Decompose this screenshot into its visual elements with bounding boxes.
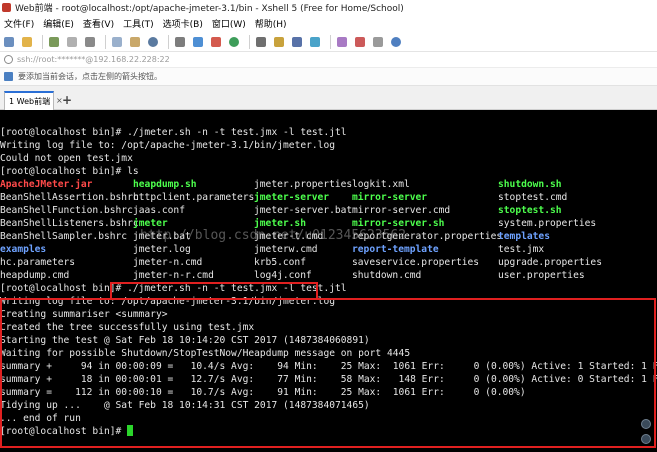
terminal[interactable]: [root@localhost bin]# ./jmeter.sh -n -t … [0,110,657,452]
ls-entry: upgrade.properties [498,257,602,268]
menu-help[interactable]: 帮助(H) [255,17,287,30]
scroll-up-button[interactable] [641,419,651,429]
terminal-line: [root@localhost bin]# ls [0,166,139,177]
address-bar[interactable]: ssh://root:*******@192.168.22.228:22 [0,52,657,68]
ls-entry: jmeter-server.bat [254,205,353,216]
ls-entry: jmeter-n.cmd [133,257,203,268]
ls-row: examples jmeter.log jmeterw.cmd report-temp… [0,243,657,256]
tab-bar: 1 Web前端 × + [0,86,657,110]
transfer-icon[interactable] [308,35,322,49]
ls-entry: hc.parameters [0,257,76,268]
script-icon[interactable] [335,35,349,49]
ls-entry: BeanShellSampler.bshrc [0,231,128,242]
ls-entry: jmeter-server [254,192,330,203]
disconnect-icon[interactable] [65,35,79,49]
menu-tools[interactable]: 工具(T) [123,17,154,30]
ls-entry: heapdump.cmd [0,270,70,281]
globe-icon[interactable] [227,35,241,49]
menu-window[interactable]: 窗口(W) [212,17,246,30]
ls-entry: templates [498,231,550,242]
ls-entry: user.properties [498,270,585,281]
lock-icon[interactable] [272,35,286,49]
ls-entry: shutdown.cmd [352,270,422,281]
ls-entry: jmeter-n-r.cmd [133,270,214,281]
open-icon[interactable] [20,35,34,49]
menu-tabs[interactable]: 选项卡(B) [163,17,203,30]
terminal-line: Could not open test.jmx [0,153,133,164]
toolbar-divider [105,34,106,49]
ls-entry: stoptest.sh [498,205,562,216]
ls-entry: logkit.xml [352,179,410,190]
find-icon[interactable] [146,35,160,49]
ls-entry: jmeterw.cmd [254,244,318,255]
ls-entry: log4j.conf [254,270,312,281]
window-title: Web前端 - root@localhost:/opt/apache-jmete… [15,4,404,14]
sftp-icon[interactable] [191,35,205,49]
output-highlight-box [0,298,656,448]
ls-entry: BeanShellFunction.bshrc [0,205,133,216]
toolbar-divider [249,34,250,49]
ls-row: ApacheJMeter.jar heapdump.sh jmeter.proper… [0,178,657,191]
toolbar-divider [42,34,43,49]
terminal-line: [root@localhost bin]# ./jmeter.sh -n -t … [0,127,347,138]
hint-text: 要添加当前会话，点击左侧的箭头按钮。 [18,72,162,81]
reconnect-icon[interactable] [47,35,61,49]
hint-bar: 要添加当前会话，点击左侧的箭头按钮。 [0,68,657,86]
toolbar [0,32,657,52]
ls-entry: report-template [352,244,439,255]
ls-row: heapdump.cmd jmeter-n-r.cmd log4j.conf shut… [0,269,657,282]
toolbar-divider [330,34,331,49]
tab-web-frontend[interactable]: 1 Web前端 [4,91,54,110]
xshell-app-icon [2,3,11,12]
ls-entry: examples [0,244,47,255]
ls-row: BeanShellFunction.bshrc jaas.conf jmeter-s… [0,204,657,217]
keyboard-icon[interactable] [254,35,268,49]
ls-entry: krb5.conf [254,257,306,268]
copy-icon[interactable] [110,35,124,49]
ls-entry: heapdump.sh [133,179,197,190]
scroll-down-button[interactable] [641,434,651,444]
add-tab-button[interactable]: + [62,94,72,106]
ls-entry: jmeter.log [133,244,191,255]
menu-bar: 文件(F) 编辑(E) 查看(V) 工具(T) 选项卡(B) 窗口(W) 帮助(… [0,15,657,32]
tab-label: 1 Web前端 [9,97,51,106]
terminal-line: [root@localhost bin]# ./jmeter.sh -n -t … [0,283,347,294]
new-session-icon[interactable] [2,35,16,49]
layout-icon[interactable] [371,35,385,49]
ls-entry: ApacheJMeter.jar [0,179,93,190]
toolbar-divider [168,34,169,49]
info-icon [4,72,13,81]
paste-icon[interactable] [128,35,142,49]
font-icon[interactable] [353,35,367,49]
ls-entry: saveservice.properties [352,257,480,268]
ls-entry: jmeter.properties [254,179,353,190]
ls-entry: system.properties [498,218,597,229]
ls-row: BeanShellAssertion.bshrc httpclient.param… [0,191,657,204]
help-icon[interactable] [389,35,403,49]
session-icon [4,55,13,64]
ls-entry: stoptest.cmd [498,192,568,203]
ls-entry: BeanShellAssertion.bshrc [0,192,139,203]
compose-icon[interactable] [209,35,223,49]
properties-icon[interactable] [83,35,97,49]
ls-entry: BeanShellListeners.bshrc [0,218,139,229]
ls-entry: shutdown.sh [498,179,562,190]
watermark: http://blog.csdn.net/u012345623562 [140,228,407,243]
ls-entry: httpclient.parameters [133,192,255,203]
terminal-line: Writing log file to: /opt/apache-jmeter-… [0,140,336,151]
ls-entry: test.jmx [498,244,545,255]
ls-entry: jaas.conf [133,205,185,216]
ls-entry: mirror-server [352,192,428,203]
fullscreen-icon[interactable] [290,35,304,49]
menu-edit[interactable]: 编辑(E) [43,17,74,30]
ls-entry: mirror-server.cmd [352,205,451,216]
menu-file[interactable]: 文件(F) [4,17,34,30]
title-bar: Web前端 - root@localhost:/opt/apache-jmete… [0,0,657,15]
print-icon[interactable] [173,35,187,49]
address-text: ssh://root:*******@192.168.22.228:22 [17,55,170,64]
ls-row: hc.parameters jmeter-n.cmd krb5.conf savese… [0,256,657,269]
menu-view[interactable]: 查看(V) [83,17,114,30]
